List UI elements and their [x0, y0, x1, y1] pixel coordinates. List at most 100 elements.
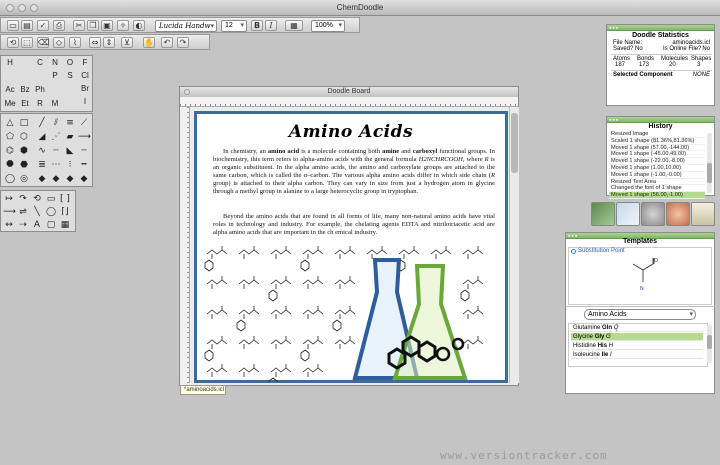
open-icon[interactable]: ▤	[21, 20, 33, 31]
half-bond-icon[interactable]: ╍	[78, 159, 90, 171]
dashed-arrow-icon[interactable]: ⇢	[17, 219, 29, 231]
element-s[interactable]: S	[62, 70, 78, 82]
ring-large-icon[interactable]: ◯	[4, 173, 16, 185]
wavy-bond-icon[interactable]: ∿	[36, 145, 48, 157]
text-color-icon[interactable]: ▦	[285, 20, 303, 31]
bond-style-4-icon[interactable]: ◆	[78, 173, 90, 185]
triple-bond-icon[interactable]: ≡	[64, 117, 76, 129]
thumbnail-pyramid[interactable]	[691, 202, 715, 226]
single-bond-icon[interactable]: ╱	[36, 117, 48, 129]
element-c[interactable]: C	[32, 57, 48, 69]
group-m[interactable]: M	[47, 98, 63, 110]
group-me[interactable]: Me	[2, 98, 18, 110]
bond-style-3-icon[interactable]: ◆	[64, 173, 76, 185]
bracket-tool-icon[interactable]: [ ]	[59, 193, 71, 205]
hand-icon[interactable]: ✋	[143, 37, 155, 48]
bond-style-1-icon[interactable]: ◆	[36, 173, 48, 185]
thumbnail-molecule[interactable]	[641, 202, 665, 226]
double-bond-icon[interactable]: ⫽	[50, 117, 62, 129]
history-scrollbar[interactable]	[707, 133, 712, 193]
arrow-tool-icon[interactable]: ↦	[3, 193, 15, 205]
history-item[interactable]: Moved 1 shape (-45.00,49.00)	[609, 151, 705, 159]
element-o[interactable]: O	[62, 57, 78, 69]
print-icon[interactable]: ⎙	[53, 20, 65, 31]
aromatic-bond-icon[interactable]: ╌	[78, 145, 90, 157]
chain-icon[interactable]: ⟋	[78, 117, 90, 129]
curved-arrow-icon[interactable]: ↷	[17, 193, 29, 205]
ionic-bond-icon[interactable]: ⁝	[64, 159, 76, 171]
amino-acid-structures[interactable]	[203, 242, 503, 382]
line-tool-icon[interactable]: ╲	[31, 206, 43, 218]
element-p[interactable]: P	[47, 70, 63, 82]
template-list-item[interactable]: Histidine His H	[571, 342, 703, 350]
clean-icon[interactable]: ✧	[117, 20, 129, 31]
hexagon-ring-icon[interactable]: ⬡	[18, 131, 30, 143]
flip-vertical-icon[interactable]: ⇕	[103, 37, 115, 48]
font-size-select[interactable]: 12	[221, 20, 247, 32]
history-item[interactable]: Scaled 1 shape (81.36%,81.36%)	[609, 138, 705, 145]
bold-bond-icon[interactable]: ▰	[64, 131, 76, 143]
mirror-icon[interactable]: ⊻	[121, 37, 133, 48]
group-bz[interactable]: Bz	[17, 84, 33, 96]
bold-wedge-icon[interactable]: ◣	[64, 145, 76, 157]
zoom-window-button[interactable]	[30, 4, 38, 12]
template-list-item[interactable]: Glycine Gly G	[571, 333, 703, 341]
paste-icon[interactable]: ▣	[101, 20, 113, 31]
history-item[interactable]: Moved 1 shape (-1.00,-0.00)	[609, 172, 705, 179]
group-ac[interactable]: Ac	[2, 84, 18, 96]
dashed-bond-icon[interactable]: ┄	[50, 145, 62, 157]
rectangle-tool-icon[interactable]: ▭	[45, 193, 57, 205]
element-n[interactable]: N	[47, 57, 63, 69]
thumbnail-blank[interactable]	[616, 202, 640, 226]
flip-horizontal-icon[interactable]: ⇔	[89, 37, 101, 48]
doodle-close-button[interactable]	[184, 89, 190, 95]
history-item[interactable]: Moved 1 shape (-22.00,-8.00)	[609, 158, 705, 165]
benzene-ring-icon[interactable]: ⌬	[4, 145, 16, 157]
ring-fused-icon[interactable]: ◎	[18, 173, 30, 185]
history-item[interactable]: Changed the font of 1 shape	[609, 185, 705, 193]
group-et[interactable]: Et	[17, 98, 33, 110]
undo-icon[interactable]: ↶	[161, 37, 173, 48]
square-ring-icon[interactable]: □	[18, 117, 30, 129]
bold-button[interactable]: B	[251, 20, 263, 31]
template-list-item[interactable]: Isoleucine Ile I	[571, 351, 703, 359]
loop-arrow-icon[interactable]: ⟲	[31, 193, 43, 205]
thumbnail-orange[interactable]	[666, 202, 690, 226]
element-cl[interactable]: Cl	[77, 70, 93, 82]
font-name-select[interactable]: Lucida Handw	[155, 20, 217, 32]
text-tool-icon[interactable]: A	[31, 219, 43, 231]
history-item[interactable]: Resized Text Area	[609, 179, 705, 186]
thumbnail-flask-green[interactable]	[591, 202, 615, 226]
round-rect-icon[interactable]: ▢	[45, 219, 57, 231]
history-item[interactable]: Moved 1 shape (1.00,10.00)	[609, 165, 705, 172]
intro-paragraph[interactable]: In chemistry, an amino acid is a molecul…	[213, 148, 495, 197]
heptagon-ring-icon[interactable]: ⬢	[18, 145, 30, 157]
select-rect-icon[interactable]: ⬚	[21, 37, 33, 48]
close-window-button[interactable]	[6, 4, 14, 12]
history-item[interactable]: Moved 1 shape (56.00,-1.00)	[609, 192, 705, 199]
dative-bond-icon[interactable]: ⟶	[78, 131, 91, 143]
zoom-select[interactable]: 100%	[311, 20, 345, 32]
second-paragraph[interactable]: Beyond the amino acids that are found in…	[213, 213, 495, 237]
group-ph[interactable]: Ph	[32, 84, 48, 96]
square-bracket-icon[interactable]: ⌈⌋	[59, 206, 71, 218]
element-h[interactable]: H	[2, 57, 18, 69]
template-preview[interactable]: Substitution Point O N	[568, 247, 712, 305]
element-f[interactable]: F	[77, 57, 93, 69]
template-list-item[interactable]: Glutamine Gln Q	[571, 324, 703, 332]
cut-icon[interactable]: ✂	[73, 20, 85, 31]
color-icon[interactable]: ◐	[133, 20, 145, 31]
brush-icon[interactable]: ⌇	[69, 37, 81, 48]
doodle-vertical-scrollbar[interactable]	[509, 107, 519, 383]
hash-bond-icon[interactable]: ⋰	[50, 131, 62, 143]
oval-tool-icon[interactable]: ◯	[45, 206, 57, 218]
history-item[interactable]: Resized Image	[609, 131, 705, 138]
octagon-ring-icon[interactable]: ⯃	[4, 159, 16, 171]
history-item[interactable]: Moved 1 shape (57.00,-144.00)	[609, 145, 705, 152]
reaction-arrow-icon[interactable]: ⟶	[3, 206, 16, 218]
any-bond-icon[interactable]: ⋯	[50, 159, 62, 171]
lasso-icon[interactable]: ⟲	[7, 37, 19, 48]
cyclohexane-icon[interactable]: ⬣	[18, 159, 30, 171]
resonance-arrow-icon[interactable]: ↔	[3, 219, 15, 231]
bond-style-2-icon[interactable]: ◆	[50, 173, 62, 185]
